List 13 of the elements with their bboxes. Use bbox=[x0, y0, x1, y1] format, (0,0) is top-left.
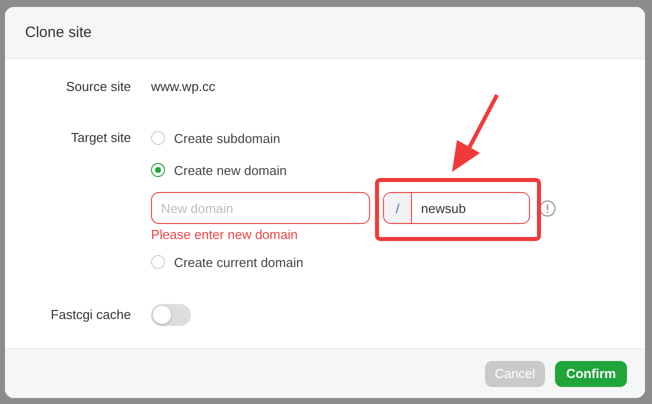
dialog-title: Clone site bbox=[25, 24, 92, 41]
radio-option[interactable]: Create new domain bbox=[151, 160, 287, 180]
source-site-value: www.wp.cc bbox=[151, 78, 216, 96]
toggle-switch[interactable] bbox=[151, 304, 191, 326]
field-label: Target site bbox=[70, 129, 131, 147]
subdomain-field[interactable]: / newsub bbox=[383, 192, 530, 224]
radio-option[interactable]: Create current domain bbox=[151, 252, 304, 272]
field-label: Source site bbox=[64, 78, 131, 96]
info-icon[interactable] bbox=[539, 200, 556, 216]
error-message: Please enter new domain bbox=[151, 226, 299, 244]
field-label: Fastcgi cache bbox=[50, 306, 131, 324]
new-domain-field[interactable]: New domain bbox=[151, 192, 370, 224]
radio-option[interactable]: Create subdomain bbox=[151, 128, 280, 148]
